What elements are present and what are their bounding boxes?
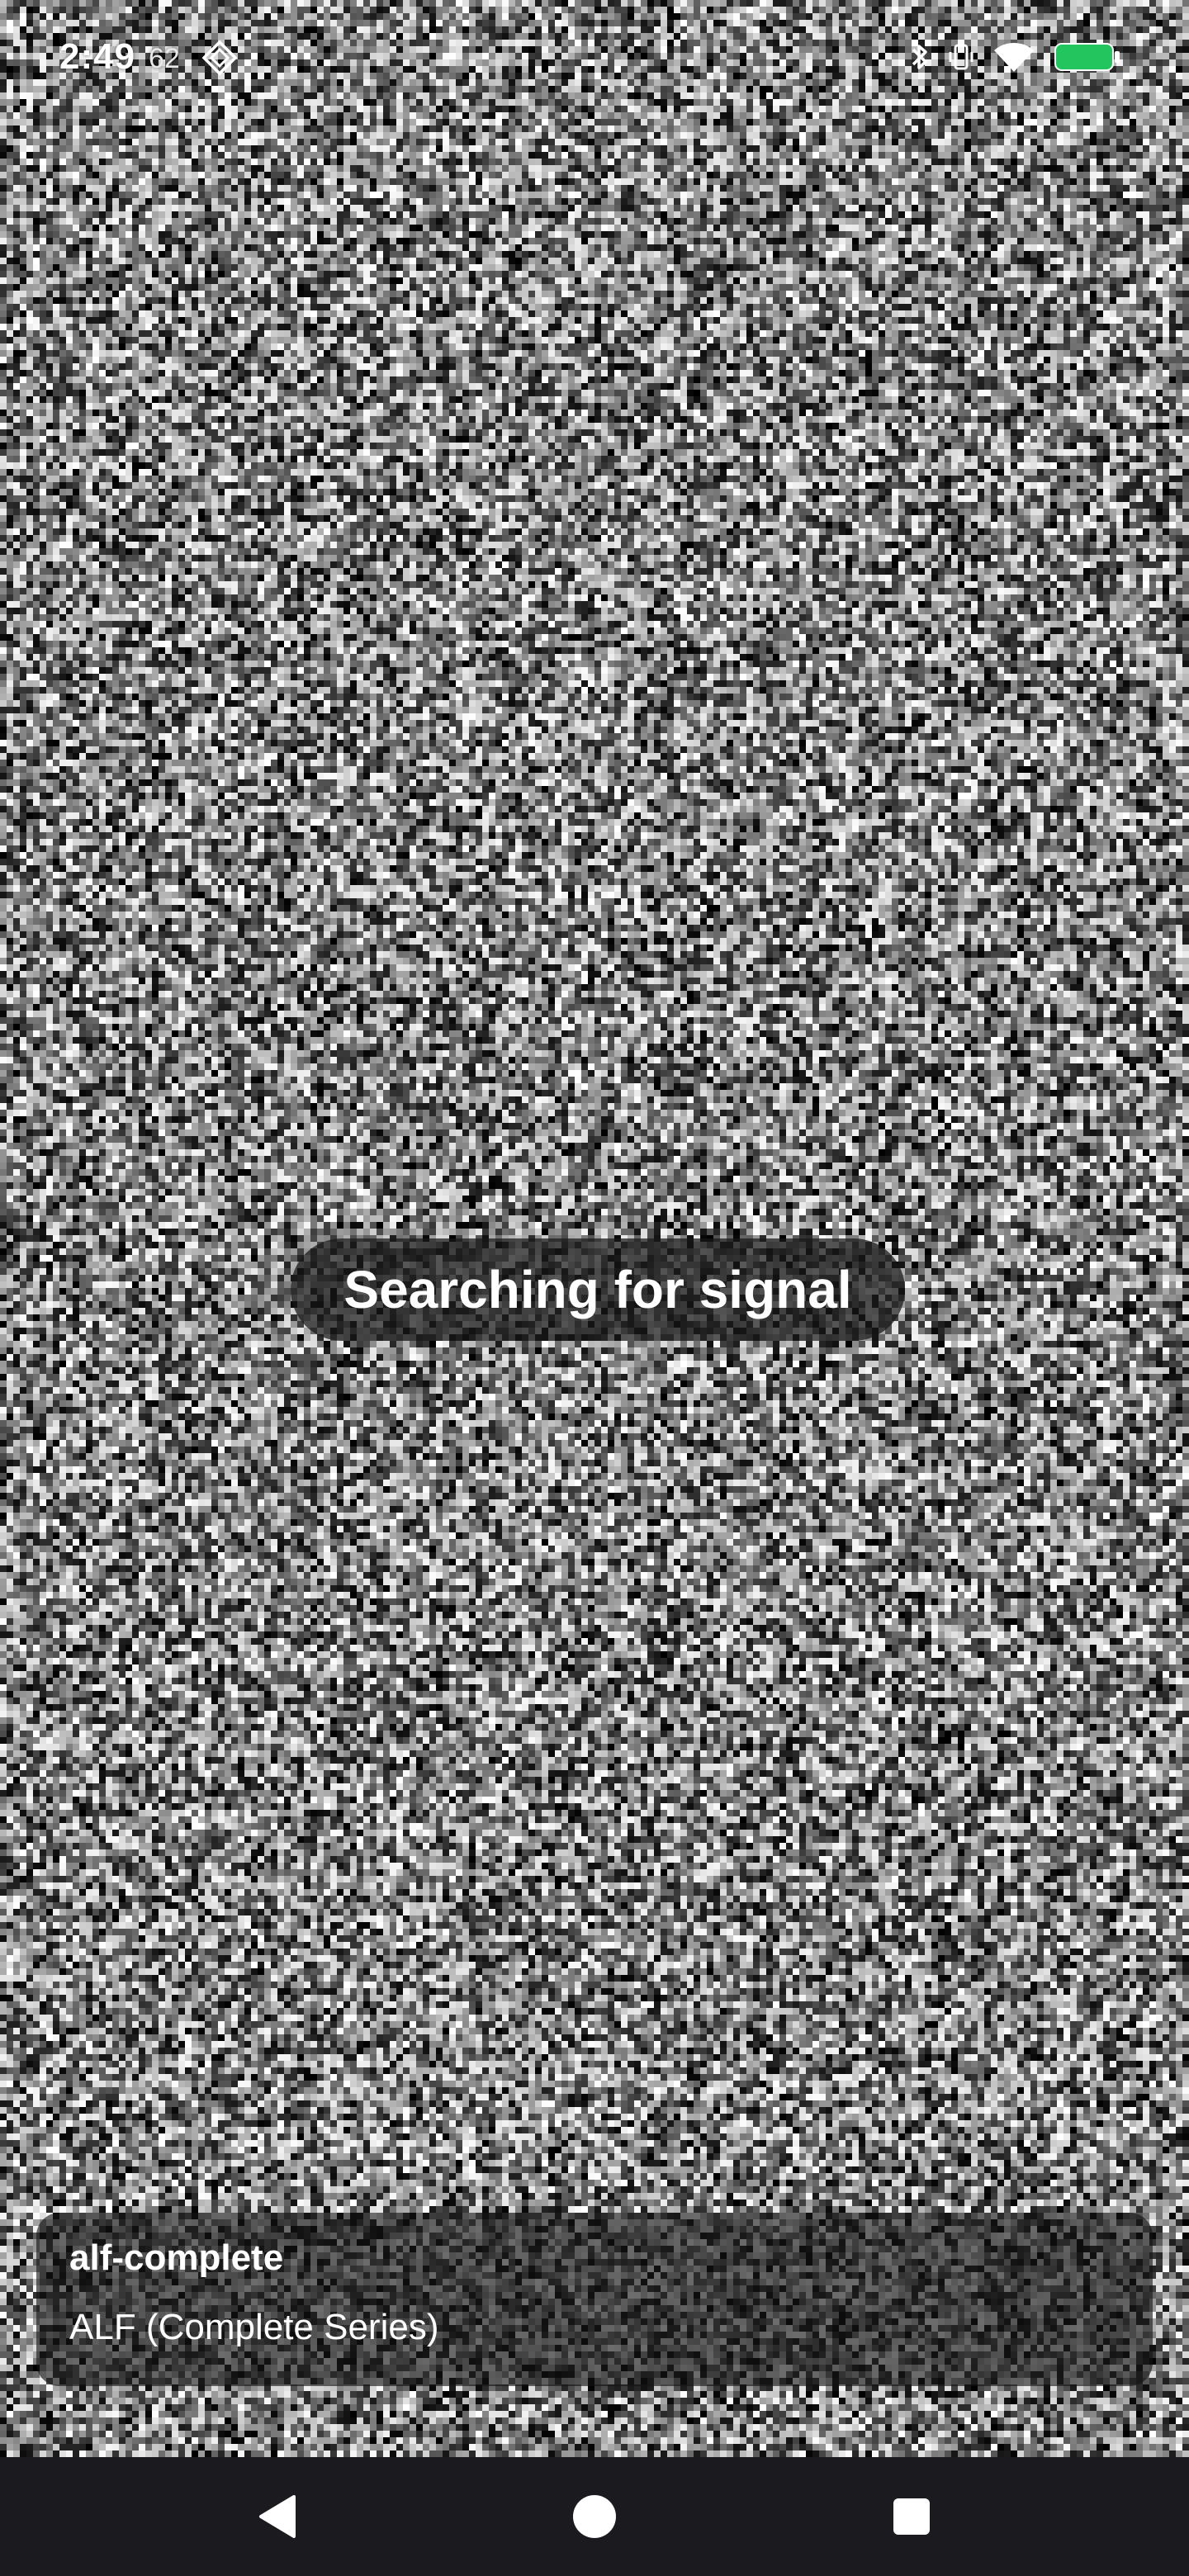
status-bar: 2:49 62	[0, 0, 1189, 116]
channel-id: alf-complete	[69, 2237, 284, 2278]
bluetooth-icon	[910, 40, 930, 78]
now-playing-panel[interactable]: alf-complete ALF (Complete Series)	[36, 2213, 1153, 2386]
status-temperature: 62	[149, 43, 180, 74]
toast-message: Searching for signal	[343, 1260, 852, 1319]
status-icons	[910, 38, 1123, 79]
back-button[interactable]	[248, 2487, 307, 2546]
toast: Searching for signal	[291, 1238, 905, 1341]
status-time: 2:49	[59, 36, 136, 77]
wifi-icon	[992, 40, 1035, 78]
screen: 2:49 62 Searching for signal alf-complet…	[0, 0, 1189, 2576]
diamond-app-icon	[201, 40, 238, 76]
program-title: ALF (Complete Series)	[69, 2307, 439, 2347]
back-icon	[259, 2495, 296, 2538]
vibrate-icon	[948, 40, 974, 78]
video-player-surface[interactable]	[0, 0, 1189, 2457]
recents-button[interactable]	[882, 2487, 941, 2546]
static-noise	[0, 0, 1189, 2457]
recents-icon	[893, 2498, 930, 2535]
home-icon	[573, 2495, 616, 2538]
navigation-bar	[0, 2457, 1189, 2576]
home-button[interactable]	[565, 2487, 624, 2546]
battery-icon	[1054, 40, 1123, 78]
